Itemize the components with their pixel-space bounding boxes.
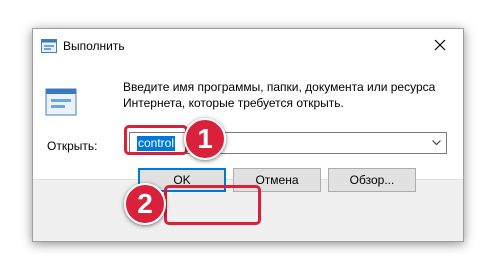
step-1-badge: 1 <box>184 118 226 160</box>
close-button[interactable] <box>419 29 463 63</box>
title-bar: Выполнить <box>33 29 463 63</box>
chevron-down-icon[interactable] <box>432 140 441 146</box>
run-icon <box>41 39 57 53</box>
step-2-badge: 2 <box>124 183 166 225</box>
description-line-1: Введите имя программы, папки, документа … <box>123 80 436 94</box>
highlight-ok-button <box>164 185 261 225</box>
browse-button[interactable]: Обзор... <box>328 168 416 192</box>
description-text: Введите имя программы, папки, документа … <box>123 79 453 111</box>
highlight-open-field <box>124 125 188 155</box>
run-program-icon <box>45 87 77 117</box>
open-label: Открыть: <box>47 139 98 153</box>
window-title: Выполнить <box>63 39 125 53</box>
description-line-2: Интернета, которые требуется открыть. <box>123 96 344 110</box>
close-icon <box>434 39 446 51</box>
